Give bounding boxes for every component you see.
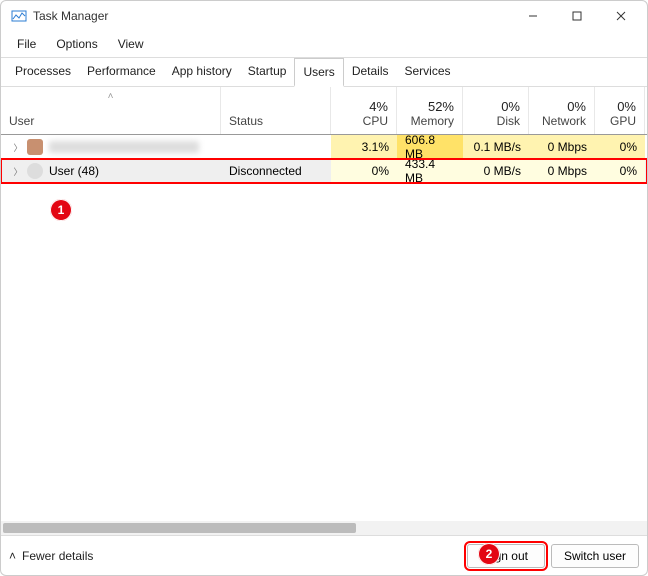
menu-view[interactable]: View: [108, 33, 154, 55]
horizontal-scrollbar[interactable]: [1, 521, 647, 535]
network-cell: 0 Mbps: [529, 159, 595, 183]
app-icon: [11, 8, 27, 24]
user-generic-icon: [27, 163, 43, 179]
status-cell: [221, 135, 331, 159]
col-user[interactable]: ˄ User: [1, 87, 221, 134]
menubar: File Options View: [1, 31, 647, 58]
chevron-up-icon: ˄: [9, 549, 16, 563]
user-avatar-icon: [27, 139, 43, 155]
minimize-button[interactable]: [511, 1, 555, 31]
chevron-right-icon[interactable]: 〉: [9, 165, 27, 178]
tab-services[interactable]: Services: [397, 58, 459, 86]
maximize-button[interactable]: [555, 1, 599, 31]
tab-processes[interactable]: Processes: [7, 58, 79, 86]
menu-options[interactable]: Options: [46, 33, 107, 55]
col-network[interactable]: 0%Network: [529, 87, 595, 134]
memory-cell: 433.4 MB: [397, 159, 463, 183]
tab-performance[interactable]: Performance: [79, 58, 164, 86]
col-disk[interactable]: 0%Disk: [463, 87, 529, 134]
sort-chevron-up-icon: ˄: [108, 91, 114, 102]
statusbar: ˄ Fewer details Sign out Switch user: [1, 535, 647, 575]
memory-cell: 606.8 MB: [397, 135, 463, 159]
task-manager-window: Task Manager File Options View Processes…: [0, 0, 648, 576]
titlebar[interactable]: Task Manager: [1, 1, 647, 31]
chevron-right-icon[interactable]: 〉: [9, 141, 27, 154]
switch-user-button[interactable]: Switch user: [551, 544, 639, 568]
window-title: Task Manager: [33, 9, 511, 23]
col-gpu[interactable]: 0%GPU: [595, 87, 645, 134]
disk-cell: 0 MB/s: [463, 159, 529, 183]
close-button[interactable]: [599, 1, 643, 31]
tab-startup[interactable]: Startup: [240, 58, 295, 86]
fewer-details-toggle[interactable]: ˄ Fewer details: [9, 549, 93, 563]
annotation-callout-1: 1: [50, 199, 72, 221]
disk-cell: 0.1 MB/s: [463, 135, 529, 159]
annotation-callout-2: 2: [478, 543, 500, 565]
users-table-body: 〉 3.1% 606.8 MB 0.1 MB/s 0 Mbps 0% 〉 Use…: [1, 135, 647, 521]
table-row[interactable]: 〉 User (48) Disconnected 0% 433.4 MB 0 M…: [1, 159, 647, 183]
gpu-cell: 0%: [595, 135, 645, 159]
table-row[interactable]: 〉 3.1% 606.8 MB 0.1 MB/s 0 Mbps 0%: [1, 135, 647, 159]
status-cell: Disconnected: [221, 159, 331, 183]
tab-users[interactable]: Users: [294, 58, 343, 87]
col-status[interactable]: Status: [221, 87, 331, 134]
cpu-cell: 3.1%: [331, 135, 397, 159]
gpu-cell: 0%: [595, 159, 645, 183]
user-name-redacted: [49, 141, 199, 153]
tabstrip: Processes Performance App history Startu…: [1, 58, 647, 87]
col-cpu[interactable]: 4%CPU: [331, 87, 397, 134]
user-name: User (48): [49, 164, 99, 178]
cpu-cell: 0%: [331, 159, 397, 183]
network-cell: 0 Mbps: [529, 135, 595, 159]
menu-file[interactable]: File: [7, 33, 46, 55]
tab-details[interactable]: Details: [344, 58, 397, 86]
column-headers: ˄ User Status 4%CPU 52%Memory 0%Disk 0%N…: [1, 87, 647, 135]
scrollbar-thumb[interactable]: [3, 523, 356, 533]
col-memory[interactable]: 52%Memory: [397, 87, 463, 134]
tab-app-history[interactable]: App history: [164, 58, 240, 86]
